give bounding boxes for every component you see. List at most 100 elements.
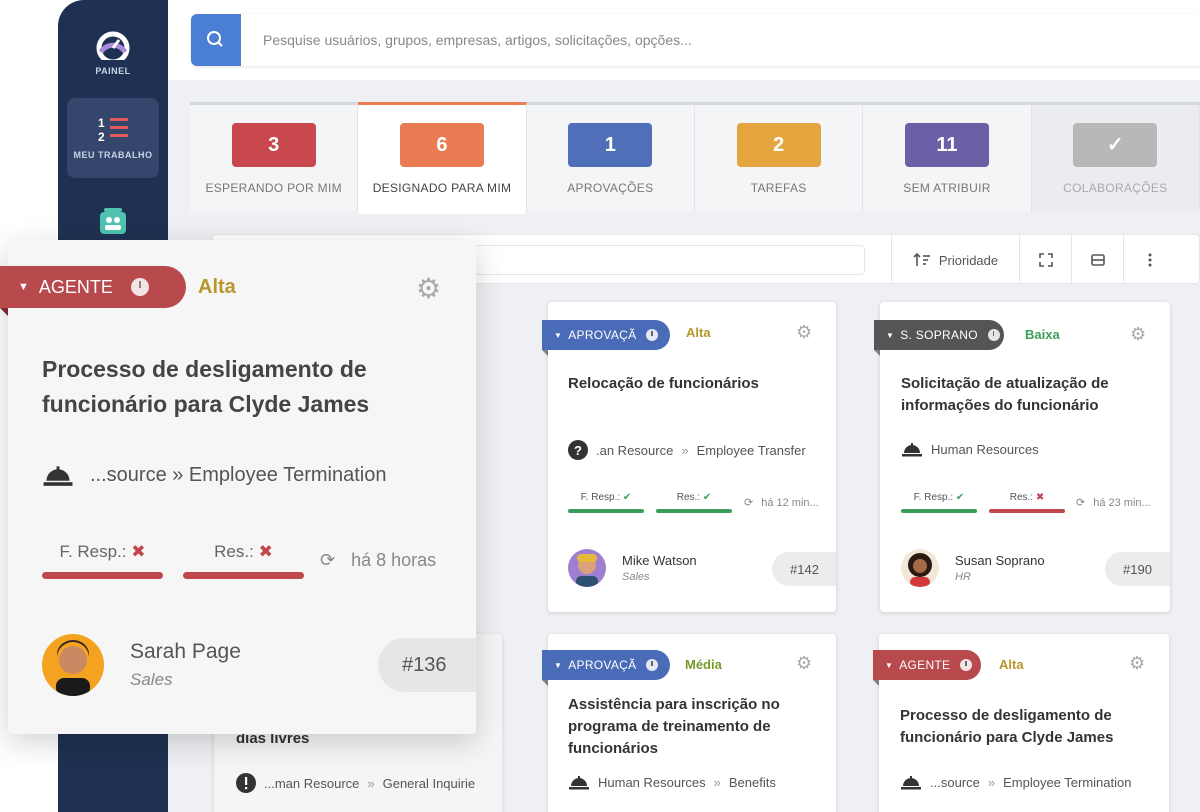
assignee-ribbon[interactable]: ▼ AGENTE	[873, 650, 981, 686]
resp-label: F. Resp.:	[59, 542, 127, 561]
filter-input[interactable]	[473, 245, 865, 275]
category-path: ? .an Resource » Employee Transfer	[568, 440, 806, 460]
ticket-title[interactable]: Processo de desligamento de funcionário …	[42, 352, 422, 422]
sla-row: F. Resp.: ✖ Res.: ✖	[42, 542, 304, 579]
path-suffix: Benefits	[728, 774, 776, 790]
fullscreen-icon	[1038, 253, 1053, 267]
priority-label: Alta	[999, 657, 1024, 672]
ticket-card[interactable]: ▼ APROVAÇÃ Alta ⚙ Relocação de funcionár…	[542, 302, 836, 612]
path-separator: »	[681, 442, 689, 458]
tab-bar: 3 ESPERANDO POR MIM 6 DESIGNADO PARA MIM…	[190, 102, 1200, 214]
clock-icon	[646, 329, 659, 341]
category-path: Human Resources » Benefits	[568, 773, 776, 791]
more-vertical-icon	[1148, 253, 1151, 267]
ticket-card[interactable]: ▼ APROVAÇÃ Média ⚙ Assistência para insc…	[542, 634, 836, 812]
time-label: há 12 min...	[761, 496, 819, 509]
search-button[interactable]	[191, 14, 241, 66]
priority-label: Alta	[686, 325, 711, 340]
ticket-title[interactable]: Assistência para inscrição no programa d…	[568, 694, 798, 760]
path-separator: »	[713, 774, 721, 790]
x-circle-icon: ✖	[1035, 492, 1045, 503]
resp-label: F. Resp.:	[913, 492, 954, 503]
updated-time: ⟳ há 23 min...	[1076, 496, 1151, 510]
sla-bar	[568, 509, 644, 513]
tab-colaboracoes[interactable]: ✓ COLABORAÇÕES	[1031, 102, 1200, 212]
requester: Susan Soprano HR	[901, 549, 1045, 587]
caret-down-icon: ▼	[18, 281, 29, 293]
assignee-ribbon[interactable]: ▼ AGENTE	[0, 266, 186, 316]
assignee-ribbon[interactable]: ▼ S. SOPRANO	[874, 320, 1004, 356]
ticket-title[interactable]: Relocação de funcionários	[568, 373, 818, 395]
ticket-card[interactable]: ▼ S. SOPRANO Baixa ⚙ Solicitação de atua…	[874, 302, 1170, 612]
category-path: ...man Resource » General Inquirie	[236, 773, 475, 793]
assignee-ribbon[interactable]: ▼ APROVAÇÃ	[542, 650, 670, 686]
ribbon-label: APROVAÇÃ	[568, 328, 637, 342]
path-prefix: ...source	[930, 774, 980, 790]
x-circle-icon: ✖	[258, 542, 273, 561]
tab-count: ✓	[1073, 123, 1158, 167]
x-circle-icon: ✖	[131, 542, 146, 561]
tab-count: 6	[399, 123, 484, 167]
gear-icon[interactable]: ⚙	[416, 272, 441, 305]
path-prefix: Human Resources	[598, 774, 706, 790]
assignee-ribbon[interactable]: ▼ APROVAÇÃ	[542, 320, 670, 356]
resolution-status: Res.: ✖	[183, 542, 304, 579]
gear-icon[interactable]: ⚙	[796, 653, 812, 674]
expand-button[interactable]	[1019, 235, 1071, 285]
service-bell-icon	[43, 466, 73, 486]
check-circle-icon: ✔	[622, 492, 632, 503]
caret-down-icon: ▼	[886, 330, 895, 340]
svg-text:?: ?	[574, 443, 582, 458]
sort-button[interactable]: Prioridade	[891, 235, 1019, 285]
time-label: há 23 min...	[1093, 496, 1151, 509]
refresh-icon: ⟳	[1076, 497, 1086, 509]
ticket-title[interactable]: Solicitação de atualização de informaçõe…	[901, 373, 1151, 417]
tab-count: 3	[231, 123, 316, 167]
path-prefix: .an Resource	[596, 442, 674, 458]
first-response-status: F. Resp.: ✖	[42, 542, 163, 579]
path-suffix: Employee Transfer	[696, 442, 806, 458]
ticket-id-badge: #190	[1105, 552, 1170, 586]
view-toggle-button[interactable]	[1071, 235, 1123, 285]
priority-label: Média	[685, 657, 722, 672]
more-options-button[interactable]	[1123, 235, 1175, 285]
ticket-title[interactable]: Processo de desligamento de funcionário …	[900, 705, 1140, 749]
sla-bar	[989, 509, 1065, 513]
exclamation-circle-icon	[236, 773, 256, 793]
sidebar-item-painel[interactable]: PAINEL	[67, 14, 159, 94]
resolution-status: Res.: ✖	[989, 492, 1065, 513]
tab-label: COLABORAÇÕES	[1063, 181, 1168, 195]
tab-count: 2	[736, 123, 821, 167]
search-bar	[191, 14, 1200, 66]
category-path: ...source » Employee Termination	[42, 462, 386, 488]
tab-aprovacoes[interactable]: 1 APROVAÇÕES	[526, 102, 695, 212]
tab-label: ESPERANDO POR MIM	[205, 181, 342, 195]
clock-icon	[987, 329, 1000, 341]
caret-down-icon: ▼	[885, 660, 894, 670]
requester: Sarah Page Sales	[42, 634, 241, 696]
requester-dept: HR	[955, 571, 971, 583]
gear-icon[interactable]: ⚙	[1130, 324, 1146, 345]
search-input[interactable]	[263, 14, 1163, 66]
tab-tarefas[interactable]: 2 TAREFAS	[694, 102, 864, 212]
category-path: Human Resources	[901, 440, 1039, 458]
path-suffix: Employee Termination	[1003, 774, 1132, 790]
numbered-list-icon: 1 2	[98, 116, 128, 144]
gear-icon[interactable]: ⚙	[1129, 653, 1145, 674]
ticket-card[interactable]: ▼ AGENTE Alta ⚙ Processo de desligamento…	[873, 634, 1169, 812]
sla-bar	[901, 509, 977, 513]
avatar	[42, 634, 104, 696]
tab-sem-atribuir[interactable]: 11 SEM ATRIBUIR	[863, 102, 1032, 212]
service-bell-icon	[901, 776, 921, 790]
ticket-card-expanded[interactable]: ▼ AGENTE Alta ⚙ Processo de desligamento…	[0, 240, 476, 734]
ribbon-label: AGENTE	[38, 276, 113, 297]
ticket-id-badge: #142	[772, 552, 836, 586]
sidebar-item-meu-trabalho[interactable]: 1 2 MEU TRABALHO	[67, 98, 159, 178]
path-suffix: General Inquirie	[382, 775, 476, 791]
requester: Mike Watson Sales	[568, 549, 697, 587]
service-bell-icon	[902, 443, 922, 457]
tab-esperando-por-mim[interactable]: 3 ESPERANDO POR MIM	[190, 102, 359, 212]
tab-designado-para-mim[interactable]: 6 DESIGNADO PARA MIM	[358, 102, 527, 214]
gear-icon[interactable]: ⚙	[796, 322, 812, 343]
res-label: Res.:	[214, 542, 254, 561]
